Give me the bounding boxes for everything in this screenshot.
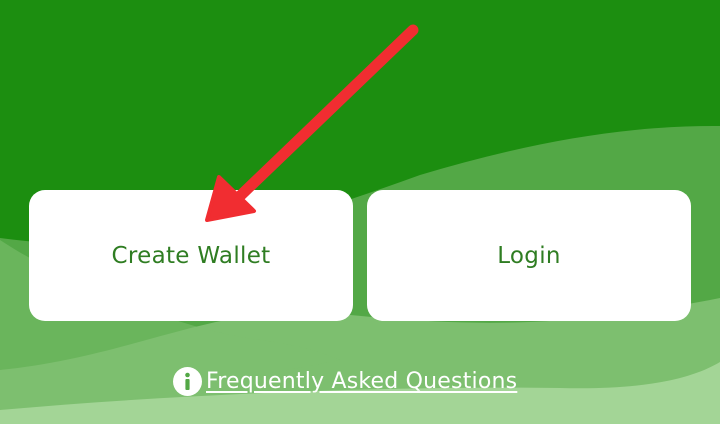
create-wallet-label: Create Wallet: [111, 242, 271, 269]
screen: Create Wallet Login Frequently Asked Que…: [0, 0, 720, 424]
login-label: Login: [497, 242, 561, 269]
create-wallet-button[interactable]: Create Wallet: [29, 190, 353, 321]
faq-link[interactable]: Frequently Asked Questions: [173, 366, 517, 396]
faq-link-label[interactable]: Frequently Asked Questions: [206, 369, 517, 394]
info-icon: [173, 366, 202, 396]
login-button[interactable]: Login: [367, 190, 691, 321]
